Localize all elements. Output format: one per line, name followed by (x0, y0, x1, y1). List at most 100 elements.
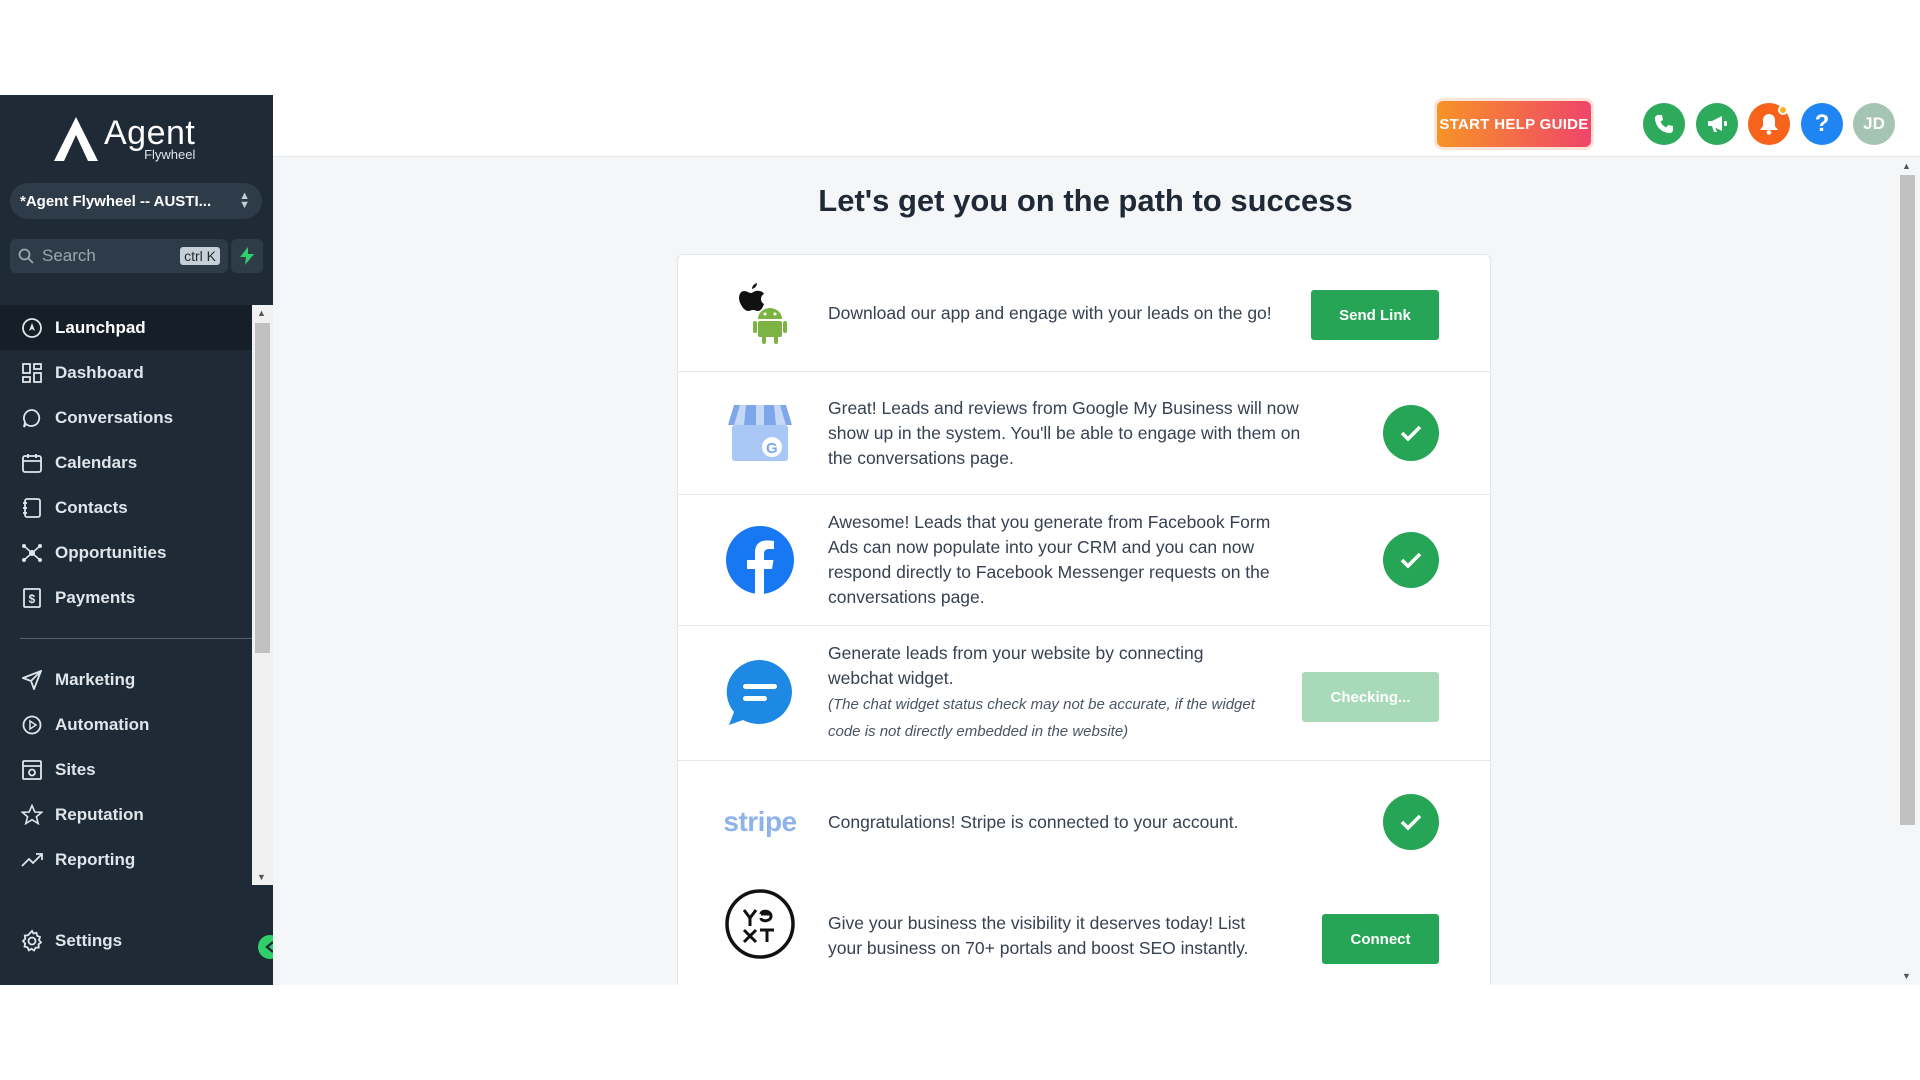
account-name: *Agent Flywheel -- AUSTI... (20, 192, 212, 210)
help-button[interactable]: ? (1801, 103, 1843, 145)
agent-logo-icon (54, 117, 98, 161)
search-placeholder: Search (42, 246, 96, 265)
question-icon: ? (1814, 110, 1830, 137)
google-my-business-icon: G (728, 405, 792, 461)
sidebar-item-automation[interactable]: Automation (0, 702, 252, 747)
start-help-guide-button[interactable]: START HELP GUIDE (1437, 101, 1591, 147)
opportunities-icon (20, 541, 44, 565)
sidebar-item-label: Launchpad (55, 317, 146, 337)
scroll-up-icon[interactable]: ▲ (1902, 161, 1911, 171)
main-scrollbar[interactable]: ▲ ▼ (1895, 157, 1920, 985)
notifications-button[interactable] (1748, 103, 1790, 145)
sidebar-item-settings[interactable]: Settings (0, 918, 252, 963)
svg-text:$: $ (29, 592, 36, 606)
mobile-app-logo (724, 277, 796, 349)
avatar[interactable]: JD (1853, 103, 1895, 145)
sites-icon (20, 758, 44, 782)
list-item-google-my-business: G Great! Leads and reviews from Google M… (678, 372, 1490, 495)
list-item-yext: Give your business the visibility it des… (678, 883, 1490, 985)
stripe-wordmark: stripe (723, 806, 797, 837)
list-item-facebook: Awesome! Leads that you generate from Fa… (678, 495, 1490, 626)
account-switcher[interactable]: *Agent Flywheel -- AUSTI... ▲ ▼ (10, 183, 262, 219)
sidebar-nav: Launchpad Dashboard Conversations Calend… (0, 305, 252, 882)
chat-widget-icon (726, 659, 792, 725)
megaphone-icon (1708, 116, 1727, 132)
sidebar-item-label: Marketing (55, 669, 136, 689)
sidebar-item-label: Sites (55, 759, 96, 779)
bell-icon (1760, 114, 1778, 135)
webchat-logo (724, 657, 796, 729)
payments-icon: $ (20, 586, 44, 610)
gmb-logo: G (724, 397, 796, 469)
launchpad-icon (20, 316, 44, 340)
svg-text:G: G (766, 440, 778, 457)
list-item-mobile-app: Download our app and engage with your le… (678, 255, 1490, 372)
brand-logo[interactable]: Agent Flywheel (52, 113, 222, 165)
sidebar-divider (20, 638, 252, 639)
webchat-note: (The chat widget status check may not be… (828, 696, 1255, 740)
gear-icon (21, 929, 43, 952)
dashboard-icon (20, 361, 44, 385)
facebook-logo (724, 524, 796, 596)
yext-text: Give your business the visibility it des… (828, 913, 1249, 958)
sidebar-item-reputation[interactable]: Reputation (0, 792, 252, 837)
sidebar-item-label: Reporting (55, 849, 136, 869)
sidebar-item-reporting[interactable]: Reporting (0, 837, 252, 882)
sidebar-item-label: Contacts (55, 497, 128, 517)
main-scroll-thumb[interactable] (1900, 175, 1915, 825)
facebook-text: Awesome! Leads that you generate from Fa… (828, 512, 1271, 607)
integrations-card: Download our app and engage with your le… (677, 254, 1491, 985)
sidebar-item-contacts[interactable]: Contacts (0, 485, 252, 530)
checking-status-button[interactable]: Checking... (1302, 672, 1439, 722)
sidebar-search[interactable]: Search ctrl K (10, 239, 228, 273)
avatar-initials: JD (1863, 114, 1885, 133)
stripe-text: Congratulations! Stripe is connected to … (828, 812, 1239, 832)
scroll-down-icon[interactable]: ▼ (257, 872, 266, 882)
mobile-app-text: Download our app and engage with your le… (828, 303, 1272, 323)
sidebar-item-label: Calendars (55, 452, 138, 472)
send-link-button[interactable]: Send Link (1311, 290, 1439, 340)
sidebar-item-sites[interactable]: Sites (0, 747, 252, 792)
sidebar-item-launchpad[interactable]: Launchpad (0, 305, 252, 350)
sidebar-item-label: Payments (55, 587, 136, 607)
star-icon (20, 803, 44, 827)
sidebar-item-label: Dashboard (55, 362, 144, 382)
check-icon (1400, 552, 1422, 569)
phone-button[interactable] (1643, 103, 1685, 145)
sidebar-item-calendars[interactable]: Calendars (0, 440, 252, 485)
sidebar-item-conversations[interactable]: Conversations (0, 395, 252, 440)
announcements-button[interactable] (1696, 103, 1738, 145)
sidebar-item-label: Reputation (55, 804, 144, 824)
sidebar-item-label: Opportunities (55, 542, 167, 562)
sidebar-scroll-thumb[interactable] (255, 323, 270, 653)
calendar-icon (20, 451, 44, 475)
sidebar-item-payments[interactable]: $ Payments (0, 575, 252, 620)
yext-icon (725, 889, 795, 959)
automation-icon (20, 713, 44, 737)
sidebar-item-label: Conversations (55, 407, 174, 427)
send-icon (20, 668, 44, 692)
facebook-icon (726, 526, 794, 595)
stripe-logo: stripe (720, 786, 800, 858)
gmb-connected-check (1383, 405, 1439, 461)
brand-name: Agent (104, 113, 196, 152)
check-icon (1400, 425, 1422, 442)
yext-logo (724, 888, 796, 960)
settings-label: Settings (55, 930, 123, 950)
quick-action-button[interactable] (231, 239, 263, 273)
sidebar-item-opportunities[interactable]: Opportunities (0, 530, 252, 575)
scroll-down-icon[interactable]: ▼ (1902, 971, 1911, 981)
contacts-icon (20, 496, 44, 520)
list-item-stripe: stripe Congratulations! Stripe is connec… (678, 761, 1490, 883)
connect-button[interactable]: Connect (1322, 914, 1439, 964)
sidebar-item-marketing[interactable]: Marketing (0, 657, 252, 702)
scroll-up-icon[interactable]: ▲ (257, 308, 266, 318)
apple-android-icon (739, 283, 787, 344)
sidebar-item-dashboard[interactable]: Dashboard (0, 350, 252, 395)
lightning-icon (240, 247, 254, 265)
page-title: Let's get you on the path to success (818, 183, 1353, 218)
top-header: START HELP GUIDE ? JD (273, 95, 1920, 157)
chat-bubble-icon (20, 406, 44, 430)
search-icon (18, 248, 34, 264)
sidebar-scrollbar[interactable]: ▲ ▼ (252, 305, 273, 885)
